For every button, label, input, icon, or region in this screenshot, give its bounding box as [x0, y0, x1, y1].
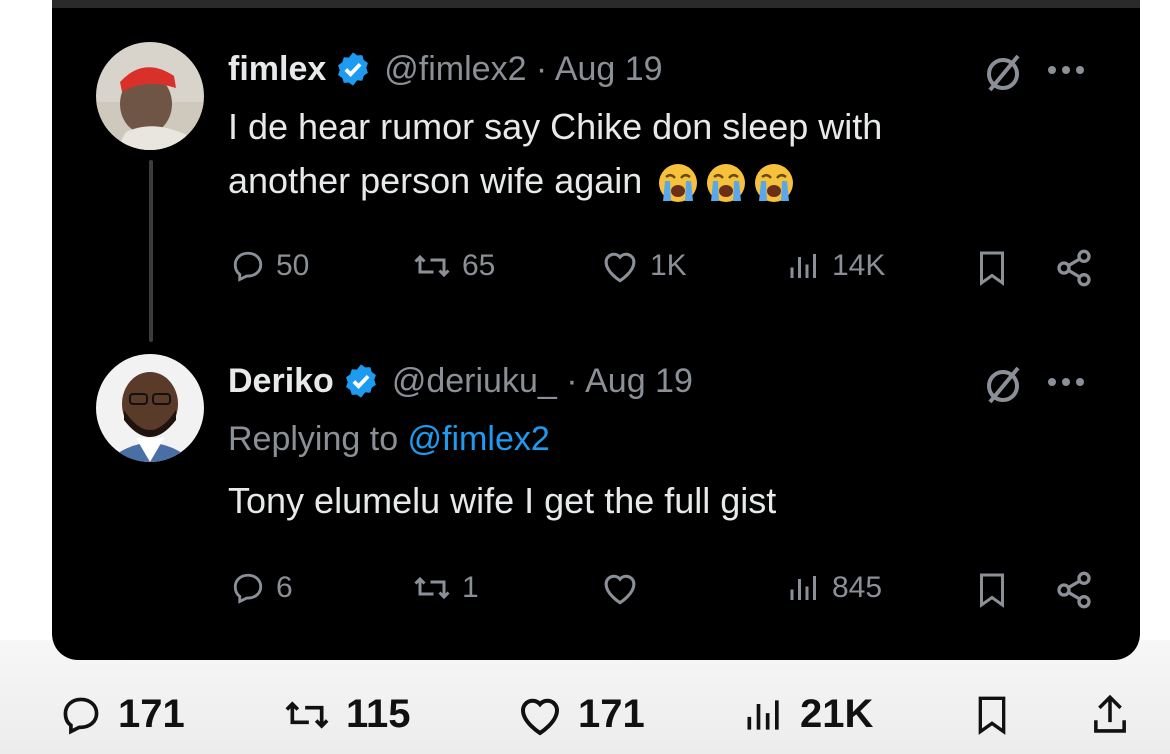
tweet2-display-name[interactable]: Deriko: [228, 362, 334, 401]
outer-view-count: 21K: [800, 692, 874, 736]
tweet1-repost-count: 65: [462, 249, 496, 282]
grok-slash-icon[interactable]: [980, 50, 1026, 96]
avatar-deriko[interactable]: [96, 354, 204, 462]
outer-repost-button[interactable]: 115: [282, 692, 411, 737]
loudly-crying-face-icon: [707, 164, 746, 203]
tweet1-header: fimlex @fimlex2 · Aug 19: [228, 48, 663, 90]
card-top-edge: [52, 0, 1140, 8]
more-options-icon[interactable]: [1044, 372, 1088, 392]
tweet1-repost-button[interactable]: 65: [412, 248, 495, 284]
tweet2-repost-count: 1: [462, 571, 479, 604]
share-nodes-icon[interactable]: [1054, 570, 1094, 610]
tweet1-display-name[interactable]: fimlex: [228, 50, 326, 89]
outer-like-count: 171: [578, 692, 645, 736]
tweet1-handle-date[interactable]: @fimlex2 · Aug 19: [384, 50, 662, 89]
reply-icon: [63, 697, 99, 734]
tweet2-handle-date[interactable]: @deriuku_ · Aug 19: [392, 362, 693, 401]
repost-icon: [414, 576, 450, 600]
outer-like-button[interactable]: 171: [516, 692, 645, 737]
tweet1-like-button[interactable]: 1K: [600, 248, 687, 284]
grok-slash-icon[interactable]: [980, 362, 1026, 408]
reply-icon: [233, 251, 263, 282]
repost-icon: [285, 700, 329, 729]
tweet2-reply-count: 6: [276, 571, 293, 604]
bookmark-icon[interactable]: [974, 248, 1010, 288]
loudly-crying-face-icon: [755, 164, 794, 203]
share-upload-icon[interactable]: [1088, 692, 1132, 738]
quoted-thread-card[interactable]: fimlex @fimlex2 · Aug 19 I de hear rumor…: [52, 0, 1140, 660]
outer-repost-count: 115: [346, 692, 411, 736]
heart-icon: [604, 252, 636, 283]
outer-reply-button[interactable]: 171: [58, 692, 185, 737]
more-options-icon[interactable]: [1044, 60, 1088, 80]
outer-reply-count: 171: [118, 692, 185, 736]
outer-views-button[interactable]: 21K: [742, 692, 873, 737]
replying-to-label: Replying to: [228, 420, 408, 458]
tweet1-reply-count: 50: [276, 249, 310, 282]
tweet2-views-button[interactable]: 845: [786, 570, 882, 606]
heart-icon: [604, 574, 636, 605]
tweet2-repost-button[interactable]: 1: [412, 570, 479, 606]
tweet2-reply-button[interactable]: 6: [230, 570, 293, 606]
bookmark-icon[interactable]: [972, 692, 1012, 738]
share-nodes-icon[interactable]: [1054, 248, 1094, 288]
replying-to-mention-link[interactable]: @fimlex2: [408, 420, 550, 458]
views-chart-icon: [790, 254, 816, 278]
tweet2-text: Tony elumelu wife I get the full gist: [228, 480, 777, 521]
tweet1-views-button[interactable]: 14K: [786, 248, 885, 284]
thread-connector-line: [149, 160, 153, 342]
tweet2-view-count: 845: [832, 571, 883, 604]
tweet1-emoji-group: [642, 160, 796, 203]
views-chart-icon: [747, 699, 779, 730]
tweet1-like-count: 1K: [650, 249, 687, 282]
heart-icon: [520, 698, 560, 735]
repost-icon: [414, 254, 450, 278]
views-chart-icon: [790, 576, 816, 600]
tweet1-view-count: 14K: [832, 249, 886, 282]
verified-badge-icon: [338, 52, 369, 86]
tweet2-header: Deriko @deriuku_ · Aug 19: [228, 360, 693, 402]
tweet1-reply-button[interactable]: 50: [230, 248, 309, 284]
bookmark-icon[interactable]: [974, 570, 1010, 610]
tweet1-text-block: I de hear rumor say Chike don sleep with…: [228, 100, 1008, 208]
loudly-crying-face-icon: [659, 164, 698, 203]
replying-to-line: Replying to @fimlex2: [228, 420, 550, 459]
reply-icon: [233, 573, 263, 604]
verified-badge-icon: [345, 364, 376, 398]
avatar-fimlex[interactable]: [96, 42, 204, 150]
tweet2-like-button[interactable]: [600, 570, 650, 606]
